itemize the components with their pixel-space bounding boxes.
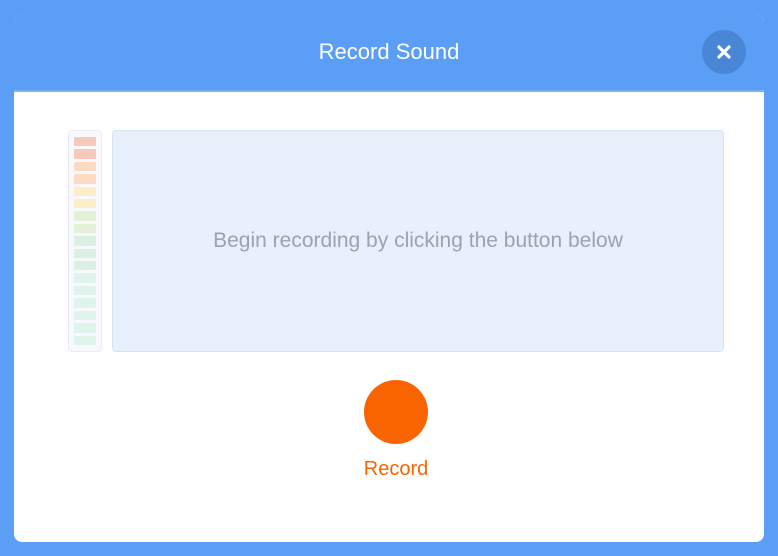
audio-level-meter [68,130,102,352]
level-bar [74,261,96,270]
record-button-label: Record [364,458,428,481]
record-controls: Record [68,380,724,481]
recording-hint: Begin recording by clicking the button b… [213,229,623,253]
level-bar [74,174,96,183]
level-bar [74,137,96,146]
level-bar [74,211,96,220]
level-bar [74,286,96,295]
close-icon [716,44,732,60]
level-bar [74,162,96,171]
modal-body: Begin recording by clicking the button b… [14,92,764,542]
level-bar [74,298,96,307]
level-bar [74,273,96,282]
record-sound-modal: Record Sound [14,14,764,542]
level-bar [74,187,96,196]
level-bar [74,224,96,233]
level-bar [74,236,96,245]
modal-header: Record Sound [14,14,764,92]
level-bar [74,249,96,258]
waveform-panel: Begin recording by clicking the button b… [112,130,724,352]
level-bar [74,149,96,158]
level-bar [74,199,96,208]
level-bar [74,323,96,332]
modal-title: Record Sound [319,39,460,65]
level-bar [74,336,96,345]
level-bar [74,311,96,320]
record-area: Begin recording by clicking the button b… [68,130,724,352]
record-button[interactable] [364,380,428,444]
close-button[interactable] [702,30,746,74]
